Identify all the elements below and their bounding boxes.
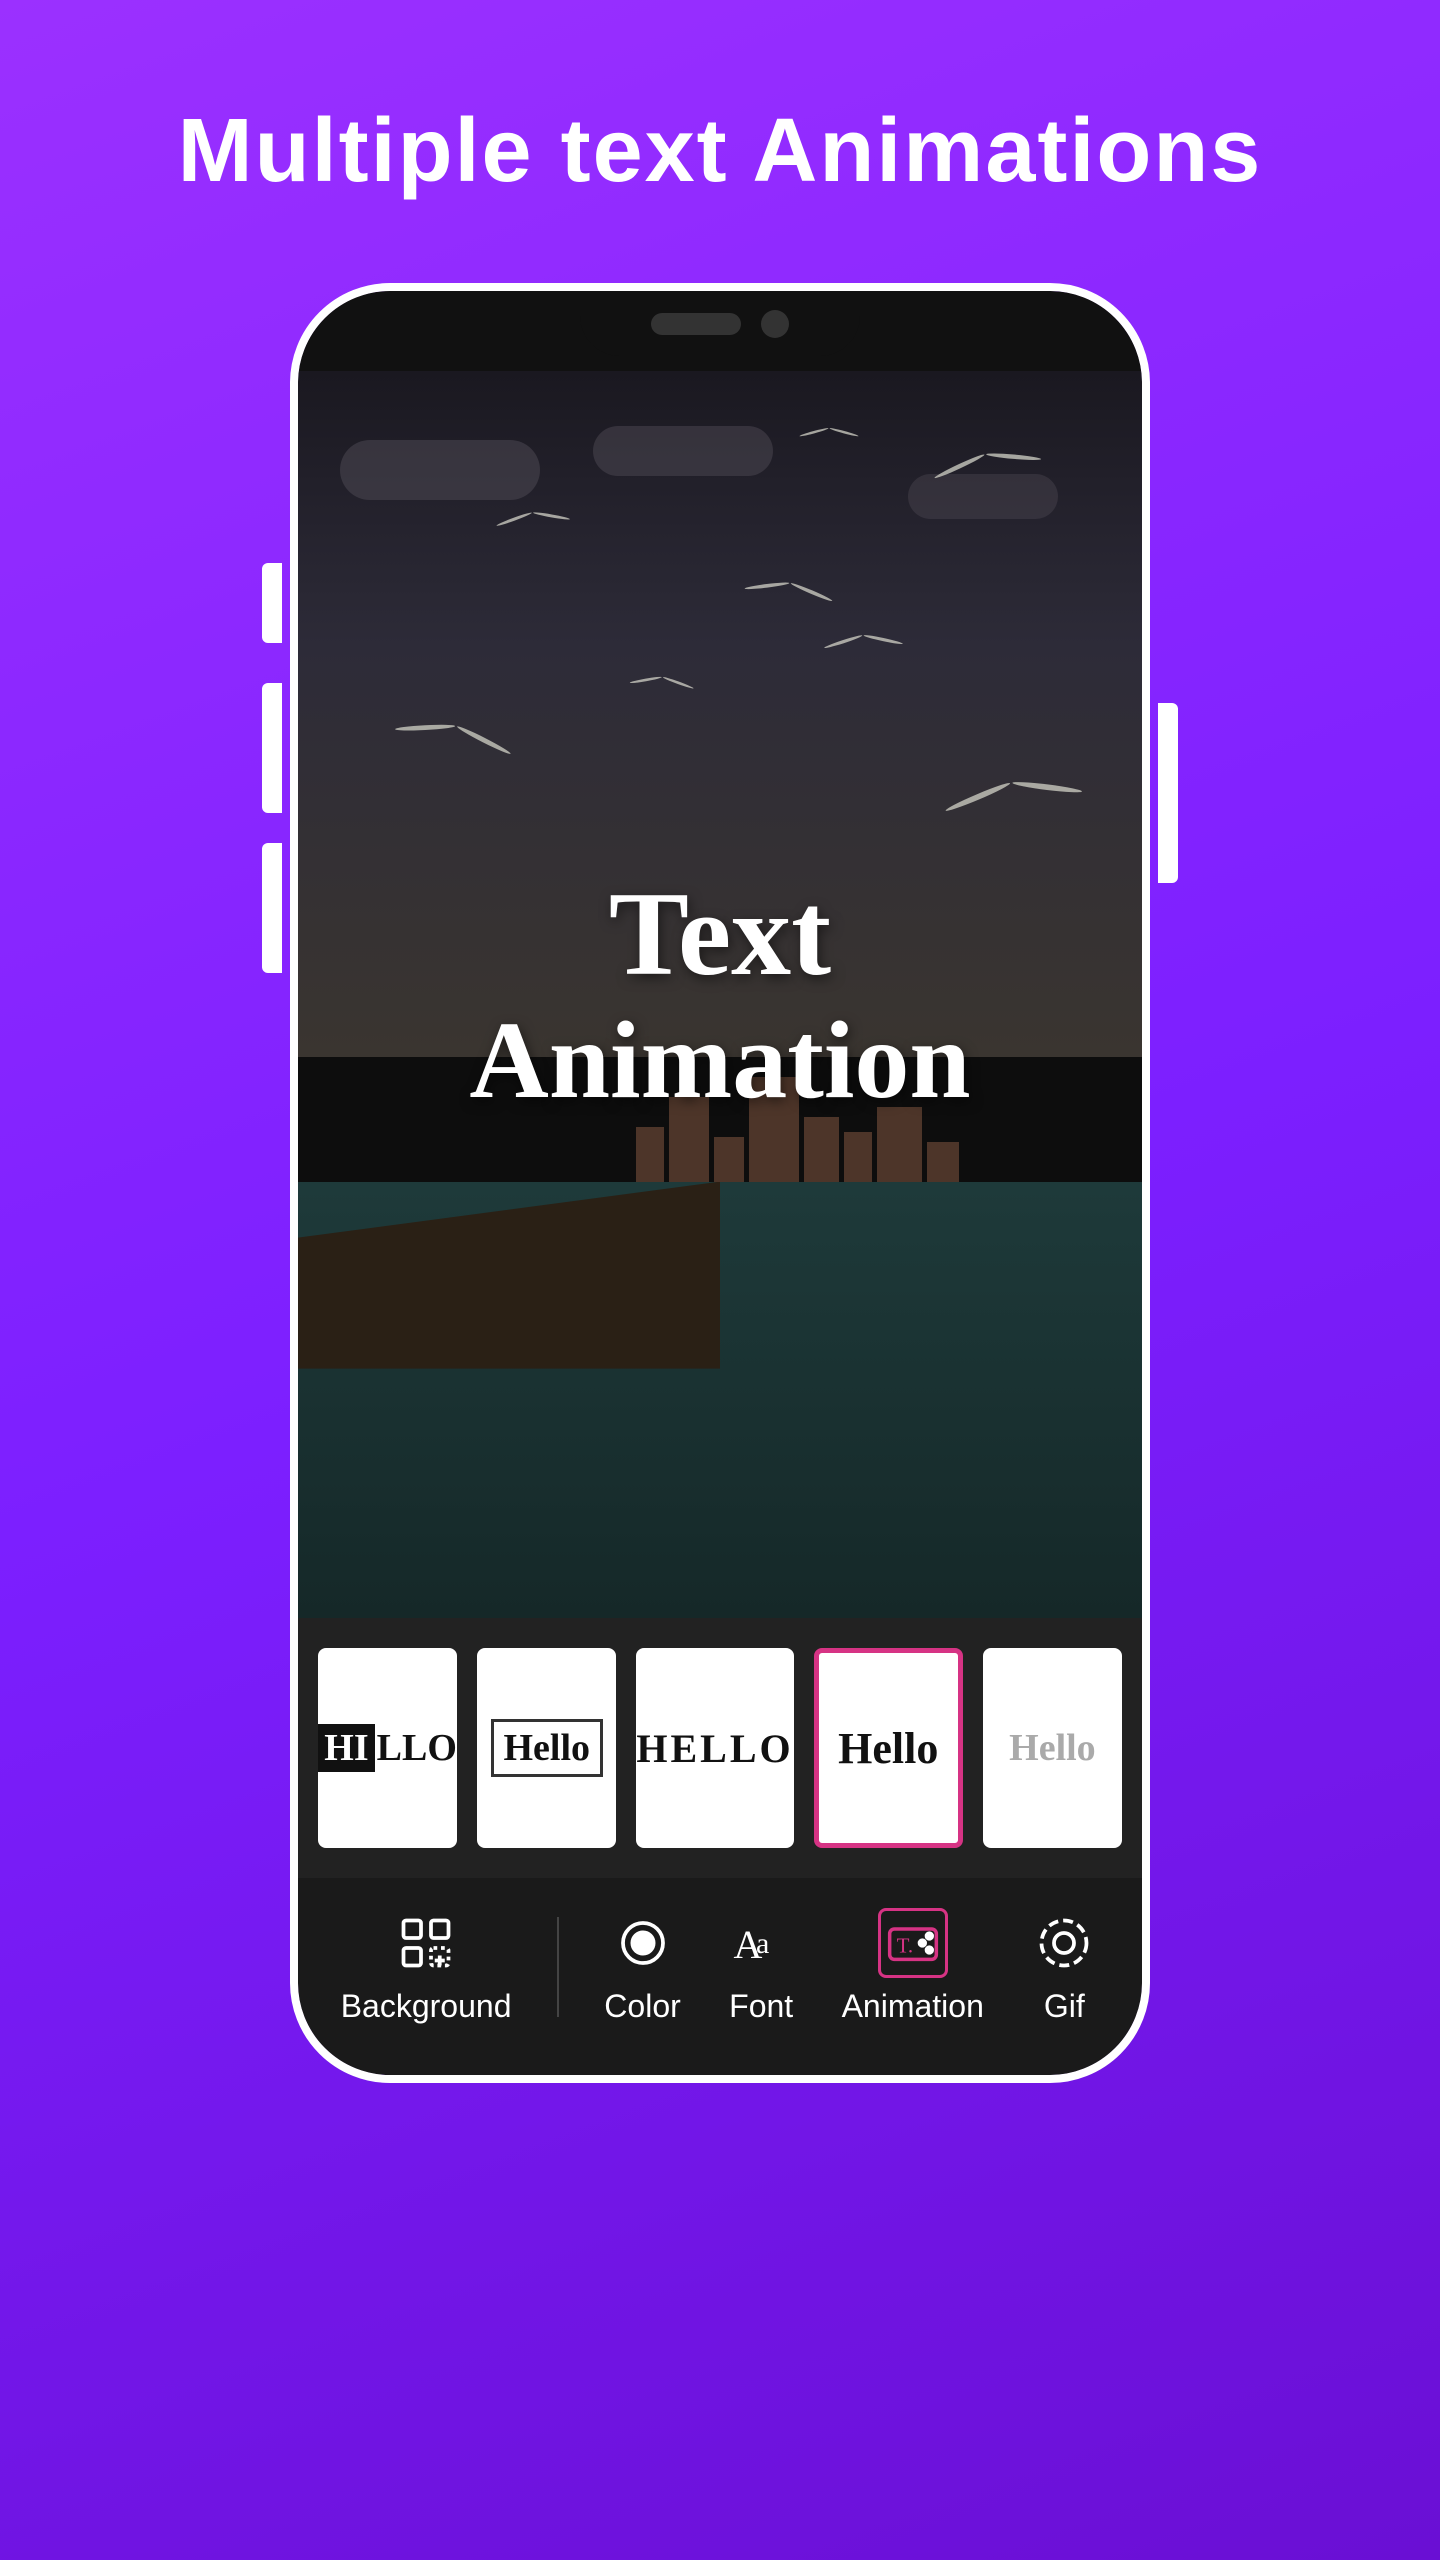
color-icon (608, 1908, 678, 1978)
circle-dashed-icon (1034, 1913, 1094, 1973)
nav-item-gif[interactable]: Gif (1029, 1908, 1099, 2025)
screen-text-line1: Text (609, 868, 831, 1000)
style-option-light-text: Hello (1009, 1726, 1096, 1770)
nav-label-background: Background (341, 1988, 512, 2025)
style-option-boxed-text: Hello (491, 1719, 604, 1777)
background-icon (391, 1908, 461, 1978)
font-icon: A a (726, 1908, 796, 1978)
circle-icon (613, 1913, 673, 1973)
nav-divider-1 (557, 1917, 559, 2017)
notch-pill (651, 313, 741, 335)
grid-add-icon (396, 1913, 456, 1973)
nav-label-gif: Gif (1044, 1988, 1085, 2025)
hi-box: HI (318, 1724, 374, 1772)
nav-item-animation[interactable]: T. Animation (842, 1908, 984, 2025)
style-option-uppercase-text: HELLO (636, 1725, 793, 1772)
nav-item-font[interactable]: A a Font (726, 1908, 796, 2025)
phone-button-power (1158, 703, 1178, 883)
screen-text-overlay: Text Animation (298, 371, 1142, 1618)
svg-text:a: a (756, 1927, 769, 1960)
style-option-serif-bold[interactable]: Hello (814, 1648, 963, 1848)
phone-screen: Text Animation HILLO Hello HELLO (298, 291, 1142, 2075)
phone-button-volume-down (262, 843, 282, 973)
svg-text:T.: T. (896, 1933, 913, 1957)
birds-background: Text Animation (298, 371, 1142, 1618)
animation-icon-box: T. (878, 1908, 948, 1978)
font-aa-icon: A a (731, 1913, 791, 1973)
style-option-serif-bold-text: Hello (838, 1723, 938, 1774)
nav-item-color[interactable]: Color (604, 1908, 680, 2025)
nav-label-animation: Animation (842, 1988, 984, 2025)
style-option-boxed[interactable]: Hello (477, 1648, 616, 1848)
nav-item-background[interactable]: Background (341, 1908, 512, 2025)
notch-camera (761, 310, 789, 338)
screen-content: Text Animation (298, 371, 1142, 1618)
phone-button-volume-up (262, 683, 282, 813)
style-option-light[interactable]: Hello (983, 1648, 1122, 1848)
phone-button-mute (262, 563, 282, 643)
style-option-block-highlight[interactable]: HILLO (318, 1648, 457, 1848)
style-options-row: HILLO Hello HELLO Hello Hello (298, 1618, 1142, 1878)
phone-notch-area (298, 291, 1142, 371)
phone-notch (580, 291, 860, 356)
style-option-uppercase[interactable]: HELLO (636, 1648, 793, 1848)
gif-icon (1029, 1908, 1099, 1978)
text-animation-icon: T. (885, 1913, 941, 1973)
style-option-block-highlight-text: HILLO (318, 1724, 457, 1772)
bottom-navigation: Background Color A a (298, 1878, 1142, 2075)
screen-text-line2: Animation (469, 1000, 970, 1121)
page-title: Multiple text Animations (178, 100, 1263, 203)
nav-label-font: Font (729, 1988, 793, 2025)
phone-mockup: Text Animation HILLO Hello HELLO (290, 283, 1150, 2083)
nav-label-color: Color (604, 1988, 680, 2025)
